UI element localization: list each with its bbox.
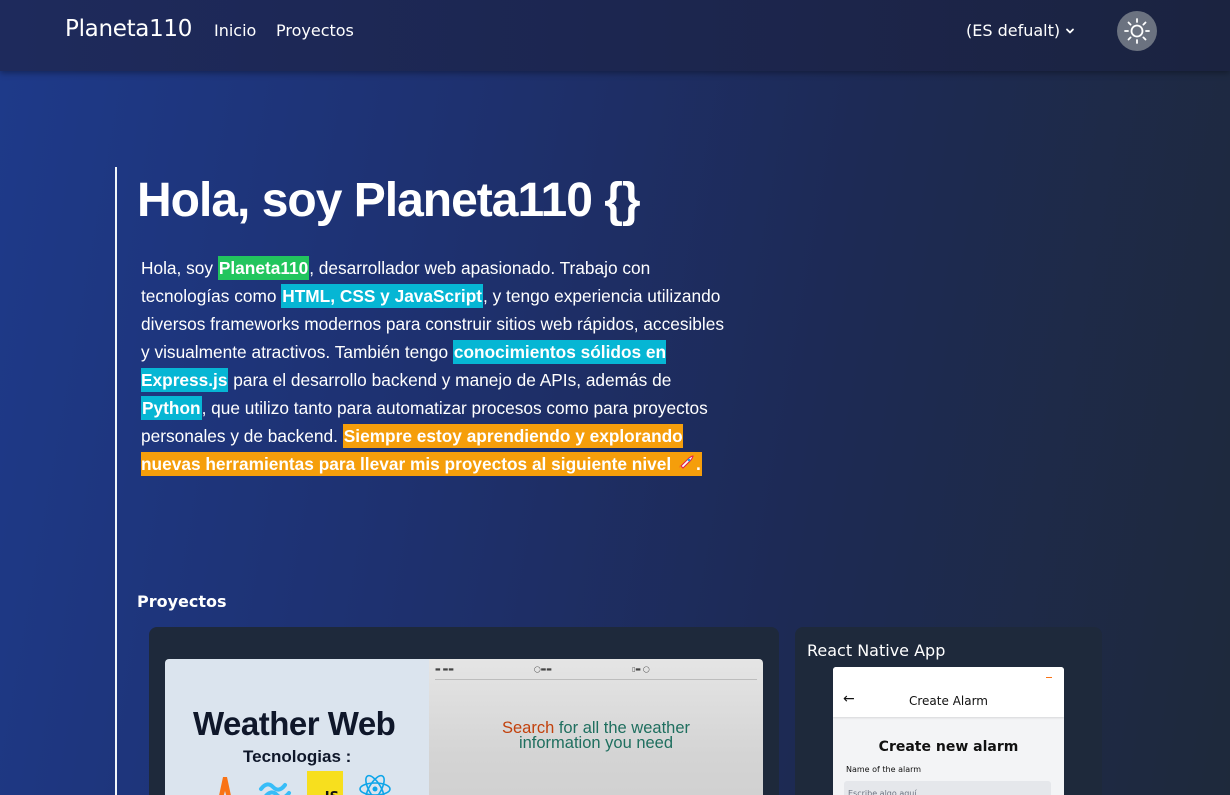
astro-icon bbox=[219, 777, 231, 795]
project-card-weather[interactable]: Weather Web Tecnologias : JS bbox=[149, 627, 779, 795]
theme-toggle-button[interactable] bbox=[1117, 11, 1157, 51]
sun-icon bbox=[1124, 18, 1150, 44]
projects-section-title: Proyectos bbox=[137, 592, 227, 611]
weather-mini-nav: ▬ ▬▬ ◯▬▬ ▯▬ ◯ bbox=[429, 659, 763, 679]
javascript-icon: JS bbox=[307, 771, 343, 795]
mini-nav-marks: ▯▬ ◯ bbox=[631, 665, 650, 673]
react-native-screenshot: ← Create Alarm Create new alarm Name of … bbox=[833, 667, 1064, 795]
language-label: (ES defualt) bbox=[966, 21, 1061, 40]
phone-field-label: Name of the alarm bbox=[846, 765, 922, 774]
phone-screen-title: Create new alarm bbox=[878, 739, 1019, 755]
hero-title: Hola, soy Planeta110 {} bbox=[137, 174, 641, 227]
weather-project-image: Weather Web Tecnologias : JS bbox=[165, 659, 763, 795]
chevron-down-icon bbox=[1066, 28, 1075, 33]
hero-description: Hola, soy Planeta110, desarrollador web … bbox=[141, 254, 726, 478]
hero-text-segment: para el desarrollo backend y manejo de A… bbox=[228, 370, 672, 390]
highlight-learning-period: . bbox=[696, 454, 701, 474]
weather-image-right-panel: ▬ ▬▬ ◯▬▬ ▯▬ ◯ Search for all the weather… bbox=[429, 659, 763, 795]
language-selector[interactable]: (ES defualt) bbox=[966, 21, 1076, 40]
tech-icons-row: JS bbox=[207, 771, 393, 795]
weather-search-line2: information you need bbox=[518, 734, 674, 752]
nav-link-inicio[interactable]: Inicio bbox=[214, 21, 256, 40]
hero-text-segment: Hola, soy bbox=[141, 258, 218, 278]
react-native-card-title: React Native App bbox=[807, 641, 946, 660]
mini-nav-marks: ◯▬▬ bbox=[533, 665, 552, 673]
highlight-name: Planeta110 bbox=[217, 256, 310, 280]
highlight-web-tech: HTML, CSS y JavaScript bbox=[281, 284, 484, 308]
weather-title: Weather Web bbox=[193, 705, 396, 742]
phone-field-input: Escribe algo aquí bbox=[844, 781, 1051, 795]
phone-header: ← Create Alarm bbox=[833, 667, 1064, 717]
highlight-python: Python bbox=[141, 396, 202, 420]
weather-subtitle: Tecnologias : bbox=[243, 747, 352, 766]
weather-mini-divider bbox=[435, 679, 757, 680]
rocket-icon bbox=[679, 455, 694, 469]
accent-divider bbox=[115, 167, 117, 795]
brand-logo[interactable]: Planeta110 bbox=[65, 16, 192, 42]
react-icon bbox=[359, 774, 391, 795]
navbar: Planeta110 Inicio Proyectos (ES defualt) bbox=[0, 0, 1230, 71]
status-indicator bbox=[1046, 677, 1052, 678]
mini-nav-marks: ▬ ▬▬ bbox=[435, 665, 454, 673]
nav-link-proyectos[interactable]: Proyectos bbox=[276, 21, 354, 40]
project-card-react-native[interactable]: React Native App ← Create Alarm Create n… bbox=[795, 627, 1102, 795]
weather-search-headline: Search for all the weather information y… bbox=[429, 720, 763, 752]
weather-image-left-panel: Weather Web Tecnologias : JS bbox=[165, 659, 429, 795]
phone-header-title: Create Alarm bbox=[909, 694, 988, 708]
tailwind-icon bbox=[259, 782, 291, 795]
